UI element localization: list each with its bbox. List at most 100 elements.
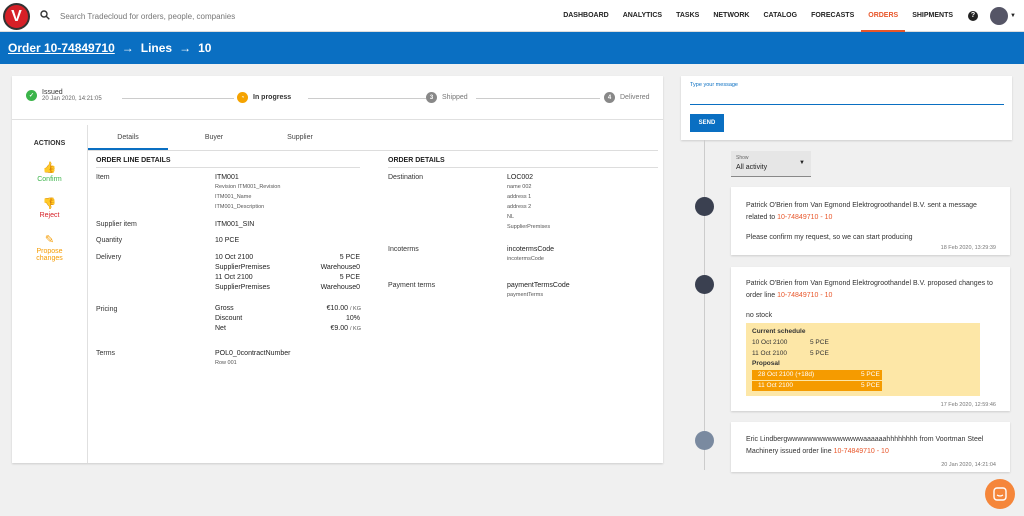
divider [96,167,360,168]
incoterms-sub: incotermsCode [507,256,544,262]
activity-timestamp: 17 Feb 2020, 12:59:46 [940,402,996,408]
send-button[interactable]: SEND [690,114,724,132]
delivery-date: 10 Oct 2100 [215,254,254,261]
step-shipped: 3 Shipped [426,92,468,103]
avatar [695,431,714,450]
nav-forecasts[interactable]: FORECASTS [804,0,861,32]
order-line-link[interactable]: 10-74849710 - 10 [777,214,832,221]
delivery-warehouse: Warehouse0 [320,284,360,291]
step-delivered-label: Delivered [620,94,650,101]
message-input[interactable] [690,90,1004,105]
breadcrumb-lines[interactable]: Lines [141,41,172,55]
proposal-title: Proposal [752,360,780,367]
incoterms-label: Incoterms [388,246,419,253]
avatar [695,275,714,294]
search-input[interactable] [60,8,360,24]
actions-title: ACTIONS [33,140,66,147]
activity-card: Patrick O'Brien from Van Egmond Elektrog… [731,267,1010,411]
delivery-qty: 5 PCE [339,274,360,281]
payment-terms-sub: paymentTerms [507,292,544,298]
destination-label: Destination [388,174,424,181]
arrow-right-icon: → [179,41,192,55]
nav-network[interactable]: NETWORK [706,0,756,32]
confirm-button[interactable]: 👍 Confirm [12,161,87,183]
activity-filter-select[interactable]: Show All activity ▼ [731,151,811,177]
destination-address-2: address 2 [507,204,532,210]
nav-shipments[interactable]: SHIPMENTS [905,0,960,32]
schedule-date: 11 Oct 2100 [752,350,787,357]
nav-dashboard[interactable]: DASHBOARD [556,0,616,32]
activity-card: Patrick O'Brien from Van Egmond Elektrog… [731,187,1010,255]
user-avatar[interactable] [990,7,1009,25]
terms-value: POL0_0contractNumber [215,350,291,357]
chevron-down-icon[interactable]: ▼ [1010,13,1016,19]
propose-changes-button[interactable]: ✎ Propose changes [12,233,87,262]
pricing-label: Pricing [96,306,118,313]
tab-supplier[interactable]: Supplier [260,127,340,150]
order-line-link[interactable]: 10-74849710 - 10 [777,292,832,299]
reject-label: Reject [39,212,60,219]
net-value: €9.00 [330,325,348,332]
supplier-item-value: ITM001_SIN [215,221,255,228]
nav-catalog[interactable]: CATALOG [757,0,805,32]
schedule-qty: 5 PCE [810,350,829,357]
step-issued-date: 20 Jan 2020, 14:21:05 [42,96,102,102]
pencil-icon: ✎ [44,234,55,246]
delivery-date: 11 Oct 2100 [215,274,253,281]
activity-text: Eric Lindbergwwwwwwwwwwwwwwwaaaaaahhhhhh… [746,434,996,458]
order-line-details-title: ORDER LINE DETAILS [96,157,171,164]
delivery-location: SupplierPremises [215,264,270,271]
proposal-date: 28 Oct 2100 (+18d) [758,371,815,378]
delivery-qty: 5 PCE [339,254,360,261]
activity-message: Please confirm my request, so we can sta… [746,234,913,241]
quantity-label: Quantity [96,237,123,244]
breadcrumb-order-link[interactable]: Order 10-74849710 [8,41,115,55]
net-label: Net [215,325,226,332]
propose-label: Propose [36,248,63,255]
reject-button[interactable]: 👎 Reject [12,197,87,219]
gross-label: Gross [215,305,234,312]
delivery-warehouse: Warehouse0 [320,264,360,271]
activity-text: Patrick O'Brien from Van Egmond Elektrog… [746,278,996,302]
step-number-4: 4 [604,92,615,103]
thumbs-up-icon: 👍 [42,162,57,174]
chat-support-button[interactable] [985,479,1015,509]
in-progress-icon: ◔ [237,92,248,103]
nav-tasks[interactable]: TASKS [669,0,706,32]
destination-value: LOC002 [507,174,534,181]
changes-label: changes [36,255,63,262]
delivery-location: SupplierPremises [215,284,270,291]
activity-message: no stock [746,312,773,319]
nav-analytics[interactable]: ANALYTICS [616,0,669,32]
supplier-item-label: Supplier item [96,221,137,228]
divider [388,167,658,168]
step-in-progress-label: In progress [253,94,292,101]
breadcrumb: Order 10-74849710 → Lines → 10 [0,32,1024,64]
quantity-value: 10 PCE [215,237,240,244]
nav-orders[interactable]: ORDERS [861,0,906,32]
tab-buyer[interactable]: Buyer [174,127,254,150]
confirm-label: Confirm [37,176,62,183]
detail-tabs: Details Buyer Supplier [88,127,658,151]
item-name: ITM001_Name [215,194,252,200]
incoterms-value: incotermsCode [507,246,555,253]
help-icon[interactable]: ? [968,11,979,21]
order-line-link[interactable]: 10-74849710 - 10 [834,448,889,455]
message-composer: Type your message SEND [681,76,1012,140]
item-revision: Revision ITM001_Revision [215,184,281,190]
proposal-qty: 5 PCE [861,371,880,378]
search-icon [40,10,50,20]
current-schedule-title: Current schedule [752,328,806,335]
tradecloud-logo[interactable]: V [3,3,30,30]
message-label: Type your message [690,82,738,88]
order-line-panel: ✓ Issued 20 Jan 2020, 14:21:05 ◔ In prog… [12,76,663,463]
activity-timestamp: 18 Feb 2020, 13:29:39 [940,245,996,251]
filter-value: All activity [736,164,768,171]
tab-details[interactable]: Details [88,127,168,150]
step-in-progress: ◔ In progress [237,92,291,103]
payment-terms-value: paymentTermsCode [507,282,570,289]
gross-value: €10.00 [326,305,348,312]
check-icon: ✓ [26,90,37,101]
logo-letter: V [11,7,22,25]
proposal-row: 28 Oct 2100 (+18d) 5 PCE [752,370,882,380]
